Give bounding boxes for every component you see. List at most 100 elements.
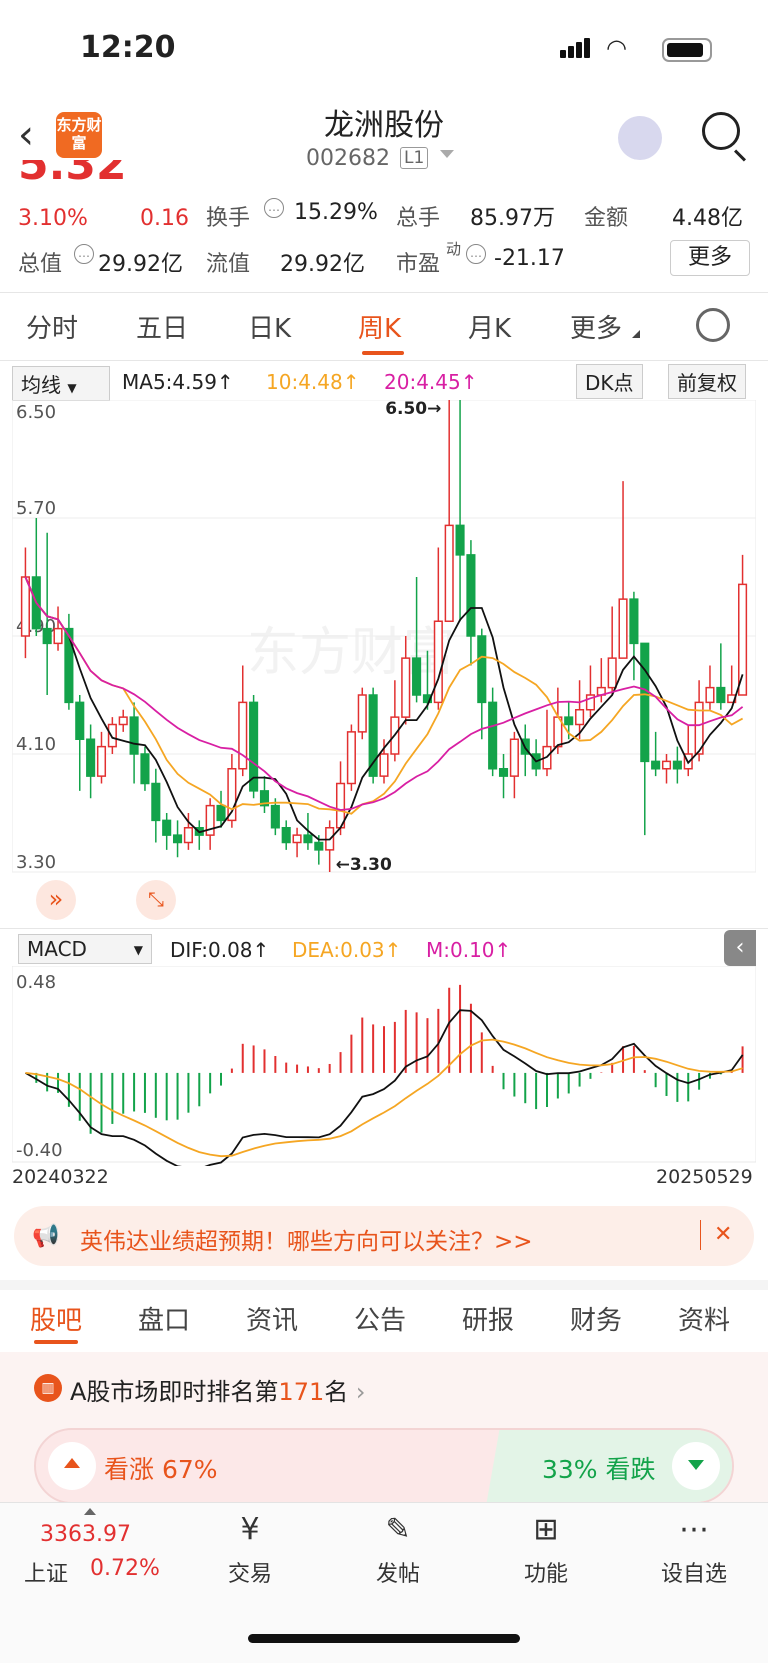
index-name[interactable]: 上证 <box>24 1556 68 1588</box>
candle-body <box>444 524 454 622</box>
candle-body <box>281 827 291 844</box>
nav-post[interactable]: 发帖 <box>348 1556 448 1588</box>
chart-icon: ▥ <box>34 1374 62 1402</box>
level-badge[interactable]: L1 <box>400 147 429 169</box>
tab-daily-k[interactable]: 日K <box>248 308 291 345</box>
pe-value: -21.17 <box>494 246 565 271</box>
float-cap-label: 流值 <box>206 252 251 277</box>
chevron-right-icon: › <box>355 1378 366 1406</box>
candle-body <box>401 657 411 718</box>
pe-sup: 动 <box>446 240 462 258</box>
search-icon[interactable] <box>702 112 740 150</box>
cellular-signal-icon <box>560 38 592 58</box>
turnover-label: 换手 <box>206 206 251 231</box>
candle-body <box>129 716 139 755</box>
chevron-down-icon[interactable] <box>440 150 454 158</box>
tab-announcements[interactable]: 公告 <box>354 1300 406 1337</box>
macd-select[interactable]: MACD ▼ <box>18 934 152 964</box>
max-annotation: 6.50→ <box>385 400 441 419</box>
info-icon[interactable]: … <box>466 244 486 264</box>
tab-guba[interactable]: 股吧 <box>30 1300 82 1337</box>
info-icon[interactable]: … <box>264 198 284 218</box>
battery-icon <box>662 38 712 62</box>
legend-ma5: MA5:4.59↑ <box>122 370 234 394</box>
banner-text[interactable]: 英伟达业绩超预期！哪些方向可以关注？>> <box>80 1222 533 1256</box>
macd-chart[interactable]: 0.48 -0.40 <box>12 966 756 1166</box>
candle-body <box>183 827 193 844</box>
ranking-text[interactable]: A股市场即时排名第171名 › <box>70 1372 365 1407</box>
legend-ma20: 20:4.45↑ <box>384 370 478 394</box>
adjust-button[interactable]: 前复权 <box>668 364 746 399</box>
gear-icon[interactable] <box>696 308 730 342</box>
nav-add-watchlist[interactable]: 设自选 <box>644 1556 744 1588</box>
more-icon[interactable]: ⋯ <box>644 1512 744 1547</box>
fullscreen-icon[interactable]: ⤡ <box>136 880 176 920</box>
bear-label-text: 看跌 <box>605 1455 656 1484</box>
y-tick-label: 5.70 <box>16 498 56 519</box>
candle-body <box>140 753 150 785</box>
chevron-down-icon: ▼ <box>133 943 143 957</box>
candle-body <box>346 731 356 785</box>
info-icon[interactable]: … <box>74 244 94 264</box>
candle-body <box>607 657 617 689</box>
candle-body <box>42 627 52 645</box>
bull-vote-button[interactable] <box>48 1442 96 1490</box>
amount-value: 4.48亿 <box>672 206 743 231</box>
total-hand-label: 总手 <box>396 206 441 231</box>
stock-code: 002682 <box>306 146 390 171</box>
candle-body <box>661 760 672 770</box>
price-clipped: 5.32 <box>18 160 127 184</box>
tab-intraday[interactable]: 分时 <box>26 308 78 345</box>
trade-icon[interactable]: ¥ <box>200 1512 300 1547</box>
candle-body <box>498 768 509 777</box>
candle-body <box>488 701 498 770</box>
collapse-panel-icon[interactable]: ‹ <box>724 930 756 966</box>
tab-profile[interactable]: 资料 <box>678 1300 730 1337</box>
active-tab-indicator <box>34 1340 78 1344</box>
more-button[interactable]: 更多 <box>670 240 750 276</box>
market-cap-value: 29.92亿 <box>98 252 183 277</box>
nav-functions[interactable]: 功能 <box>496 1556 596 1588</box>
bull-label-text: 看涨 <box>104 1455 155 1484</box>
apps-icon[interactable]: ⊞ <box>496 1512 596 1547</box>
kline-chart[interactable]: 东方财富 6.505.704.904.103.306.50→←3.30 <box>12 400 756 930</box>
tab-five-day[interactable]: 五日 <box>136 308 188 345</box>
nav-trade[interactable]: 交易 <box>200 1556 300 1588</box>
candle-body <box>455 524 465 556</box>
index-change[interactable]: 0.72% <box>90 1556 160 1581</box>
close-icon[interactable]: ✕ <box>714 1222 732 1247</box>
candle-body <box>96 745 107 777</box>
expand-left-icon[interactable]: » <box>36 880 76 920</box>
candle-body <box>75 701 85 740</box>
indicator-select[interactable]: 均线 ▼ <box>12 366 110 401</box>
tab-research[interactable]: 研报 <box>462 1300 514 1337</box>
candle-body <box>86 738 96 777</box>
bear-vote-button[interactable] <box>672 1442 720 1490</box>
dk-point-button[interactable]: DK点 <box>576 364 643 399</box>
ranking-prefix: A股市场即时排名第 <box>70 1378 279 1406</box>
bear-pct: 33% <box>542 1455 598 1484</box>
tab-monthly-k[interactable]: 月K <box>468 308 511 345</box>
tab-pankou[interactable]: 盘口 <box>138 1300 190 1337</box>
candle-body <box>303 834 313 844</box>
tab-news[interactable]: 资讯 <box>246 1300 298 1337</box>
robot-icon[interactable] <box>618 116 662 160</box>
candle-body <box>270 804 280 829</box>
candle-body <box>314 841 324 851</box>
tab-more[interactable]: 更多 <box>570 308 622 345</box>
x-end-date: 20250529 <box>656 1166 753 1188</box>
post-icon[interactable]: ✎ <box>348 1512 448 1547</box>
candle-body <box>412 657 422 696</box>
candle-body <box>651 760 661 770</box>
ranking-suffix: 名 <box>324 1378 349 1406</box>
candle-body <box>357 694 367 733</box>
candle-body <box>107 723 117 748</box>
index-value[interactable]: 3363.97 <box>40 1522 131 1547</box>
candle-body <box>53 627 63 645</box>
sentiment-vote: 看涨 67% 33% 看跌 <box>34 1428 734 1504</box>
bull-label: 看涨 67% <box>104 1450 218 1486</box>
candle-body <box>20 576 30 637</box>
tab-weekly-k[interactable]: 周K <box>358 308 401 345</box>
macd-select-label: MACD <box>27 937 87 961</box>
tab-finance[interactable]: 财务 <box>570 1300 622 1337</box>
